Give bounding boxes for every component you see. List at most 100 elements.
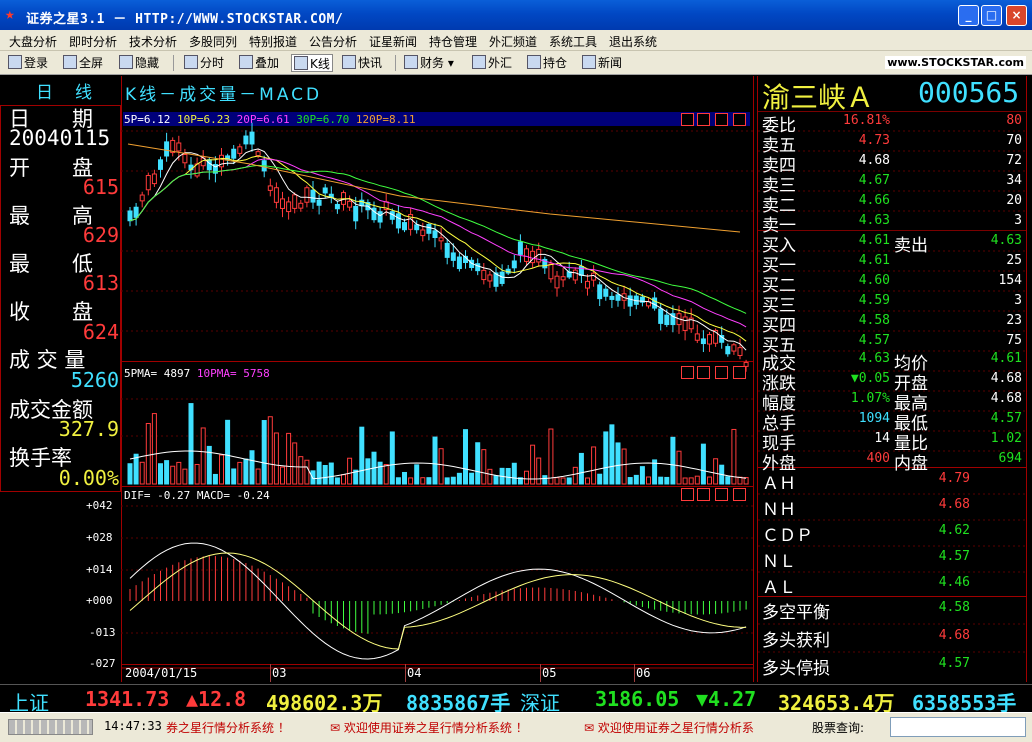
- volume-bar: [176, 461, 182, 485]
- volume-bar: [395, 477, 401, 485]
- menu-stockstar-news[interactable]: 证星新闻: [369, 33, 417, 50]
- volume-bar: [383, 464, 389, 485]
- menu-forex[interactable]: 外汇频道: [489, 33, 537, 50]
- volume-bar: [273, 432, 279, 485]
- flash-news-button[interactable]: 快讯: [342, 54, 382, 72]
- percent-value: 1.07%: [850, 391, 890, 406]
- candle-body: [127, 210, 133, 222]
- volume-bar: [261, 420, 267, 485]
- menu-realtime-analysis[interactable]: 即时分析: [69, 33, 117, 50]
- volume-bar: [408, 477, 414, 485]
- change-value: ▼0.05: [850, 371, 890, 386]
- news-button[interactable]: 新闻: [582, 54, 622, 72]
- x-axis-label: 2004/01/15: [125, 666, 198, 680]
- buy-value-1: 154: [998, 273, 1022, 288]
- outer-value: 400: [866, 451, 890, 466]
- pivot-label-3: ＮＬ: [762, 552, 796, 572]
- volume-bar: [231, 468, 237, 485]
- fullscreen-button[interactable]: 全屏: [63, 54, 103, 72]
- volume-bar: [578, 452, 584, 485]
- finance-button[interactable]: 财务 ▾: [404, 54, 454, 72]
- volume-bar: [200, 427, 206, 485]
- volume-bar: [249, 450, 255, 485]
- volume-bar: [621, 448, 627, 485]
- stock-search-input[interactable]: [890, 717, 1026, 737]
- hide-button[interactable]: 隐藏: [119, 54, 159, 72]
- candle-body: [560, 276, 566, 281]
- stock-name: 渝三峡Ａ: [762, 81, 875, 114]
- candle-body: [609, 295, 615, 300]
- volume-bar: [341, 474, 346, 485]
- volume-bar: [377, 461, 383, 485]
- stockstar-logo: www.STOCKSTAR.com: [885, 56, 1026, 69]
- pivot-label-2: ＣＤＰ: [762, 526, 813, 546]
- ma5-line: [129, 148, 747, 351]
- forex-button[interactable]: 外汇: [472, 54, 512, 72]
- volume-bar: [292, 442, 298, 485]
- flash-news-icon: [342, 55, 356, 69]
- signal-label-2: 多头停损: [762, 659, 830, 679]
- candle-body: [487, 274, 493, 282]
- volume-bar: [536, 457, 542, 485]
- buy-value-4: 75: [1006, 333, 1022, 348]
- volume-bar: [304, 459, 310, 485]
- open-value: 615: [82, 175, 119, 199]
- pivot-label-0: ＡＨ: [762, 474, 796, 494]
- pivot-value-4: 4.46: [938, 575, 970, 590]
- volume-bar: [615, 442, 621, 485]
- candle-body: [707, 334, 712, 345]
- toolbar-separator: [173, 55, 174, 71]
- menu-exit[interactable]: 退出系统: [609, 33, 657, 50]
- volume-bar: [402, 471, 407, 485]
- macd-histogram: [129, 556, 747, 634]
- candle-body: [658, 308, 664, 324]
- signal-value-1: 4.68: [938, 628, 970, 643]
- shenzhen-change: ▼4.27: [696, 687, 757, 711]
- volume-bar: [164, 460, 170, 485]
- signal-label-0: 多空平衡: [762, 603, 830, 623]
- menu-position-mgmt[interactable]: 持仓管理: [429, 33, 477, 50]
- volume-bar: [511, 462, 517, 485]
- overlay-button[interactable]: 叠加: [239, 54, 279, 72]
- menu-technical-analysis[interactable]: 技术分析: [129, 33, 177, 50]
- macd-lines: [129, 542, 747, 660]
- candle-body: [456, 256, 462, 270]
- holdings-button[interactable]: 持仓: [527, 54, 567, 72]
- candle-body: [334, 203, 340, 210]
- volume-bar: [585, 477, 590, 485]
- close-button[interactable]: ×: [1006, 5, 1027, 26]
- volume-bar: [493, 475, 499, 485]
- volume-bar: [280, 466, 285, 485]
- menu-multi-stock[interactable]: 多股同列: [189, 33, 237, 50]
- volume-legend: 5PMA= 4897 10PMA= 5758: [124, 367, 270, 380]
- close-value: 624: [82, 320, 119, 344]
- minimize-button[interactable]: _: [958, 5, 979, 26]
- menu-market-analysis[interactable]: 大盘分析: [9, 33, 57, 50]
- menu-system-tools[interactable]: 系统工具: [549, 33, 597, 50]
- candle-body: [731, 344, 737, 352]
- candle-body: [615, 294, 621, 301]
- candle-body: [694, 333, 700, 341]
- hide-icon: [119, 55, 133, 69]
- app-star-icon: ★: [5, 4, 15, 23]
- maximize-button[interactable]: □: [981, 5, 1002, 26]
- kline-button[interactable]: K线: [291, 54, 333, 72]
- period-tab-day[interactable]: 日线: [36, 78, 114, 103]
- volume-bar: [542, 475, 548, 485]
- intraday-button[interactable]: 分时: [184, 54, 224, 72]
- candle-body: [158, 159, 163, 170]
- forex-icon: [472, 55, 486, 69]
- buy-value-3: 23: [1006, 313, 1022, 328]
- macd-axis-tick: -013: [89, 626, 116, 639]
- menu-announcement[interactable]: 公告分析: [309, 33, 357, 50]
- menu-special-report[interactable]: 特别报道: [249, 33, 297, 50]
- buy-price-1: 4.60: [858, 273, 890, 288]
- volume-bar: [133, 453, 139, 485]
- login-button[interactable]: 登录: [8, 54, 48, 72]
- intraday-icon: [184, 55, 198, 69]
- candle-body: [273, 187, 279, 203]
- volume-bar: [664, 476, 670, 485]
- volume-bar: [737, 476, 743, 485]
- overlay-icon: [239, 55, 253, 69]
- signal-value-2: 4.57: [938, 656, 970, 671]
